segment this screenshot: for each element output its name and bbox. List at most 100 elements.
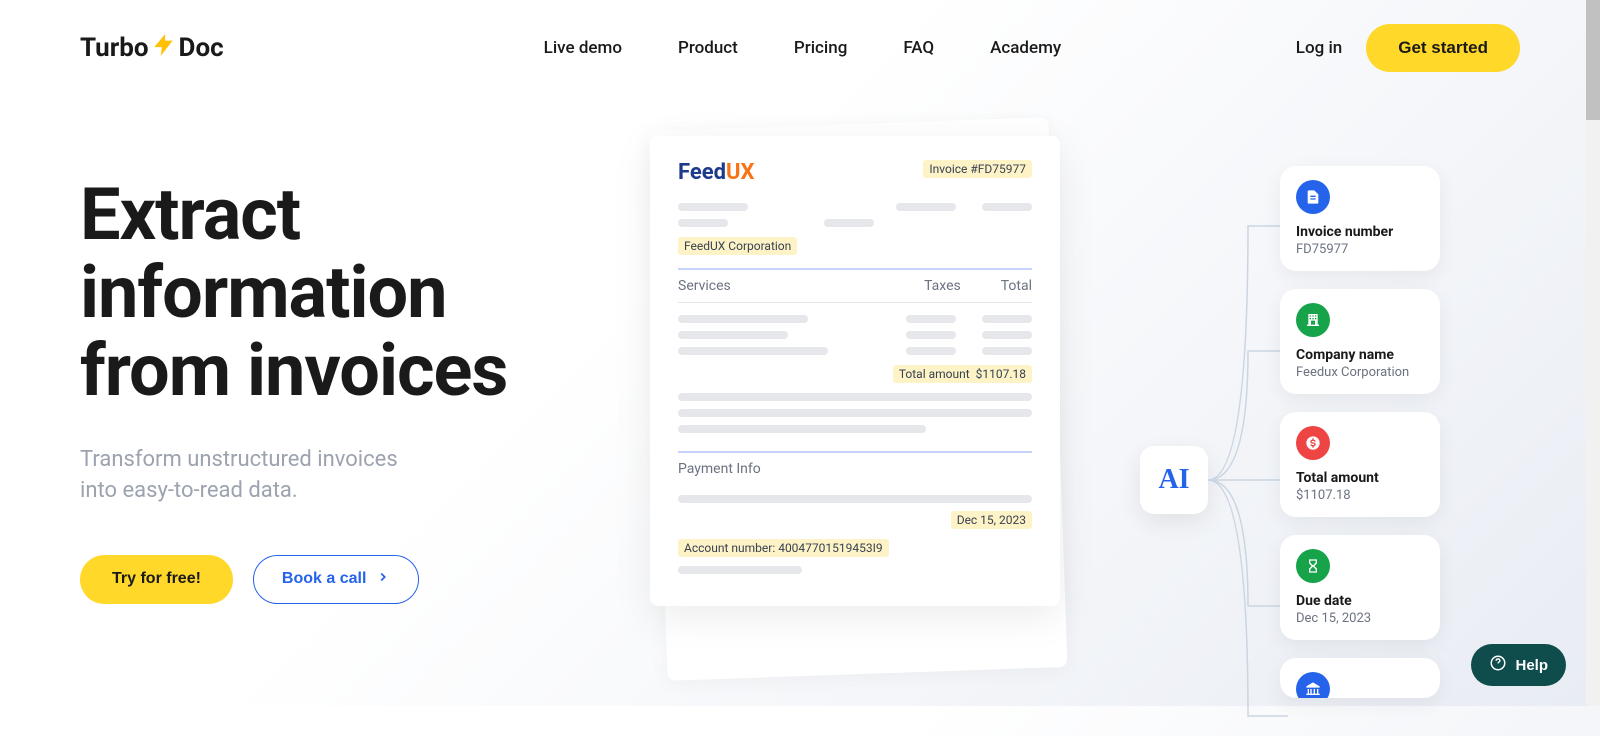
placeholder-row (678, 203, 1032, 211)
main-nav: Live demo Product Pricing FAQ Academy (544, 38, 1062, 58)
placeholder (678, 219, 728, 227)
total-value: $1107.18 (976, 367, 1026, 381)
placeholder (896, 203, 956, 211)
dollar-icon (1296, 426, 1330, 460)
doc-header: FeedUX Invoice #FD75977 (678, 160, 1032, 185)
document-stack: FeedUX Invoice #FD75977 FeedUX Corporati… (650, 136, 1080, 606)
placeholder-row (678, 219, 1032, 227)
placeholder (678, 409, 1032, 417)
placeholder (982, 347, 1032, 355)
hero-actions: Try for free! Book a call (80, 555, 620, 604)
connector-lines (1208, 176, 1288, 736)
nav-pricing[interactable]: Pricing (794, 38, 848, 58)
chevron-right-icon (376, 570, 390, 589)
col-services: Services (678, 278, 884, 294)
hero-sub-line1: Transform unstructured invoices (80, 447, 398, 472)
card-title: Company name (1296, 347, 1422, 363)
bank-icon (1296, 672, 1330, 698)
building-icon (1296, 303, 1330, 337)
help-icon (1489, 654, 1507, 676)
placeholder (678, 203, 748, 211)
hero-title-line3: from invoices (80, 328, 507, 413)
total-label: Total amount (899, 367, 970, 381)
hero-title: Extract information from invoices (80, 176, 620, 409)
placeholder (678, 347, 828, 355)
logo[interactable]: Turbo Doc (80, 32, 224, 65)
document-front: FeedUX Invoice #FD75977 FeedUX Corporati… (650, 136, 1060, 606)
placeholder (678, 495, 1032, 503)
placeholder (982, 315, 1032, 323)
card-invoice-number: Invoice number FD75977 (1280, 166, 1440, 271)
placeholder (678, 566, 802, 574)
extraction-cards: Invoice number FD75977 Company name Feed… (1280, 166, 1440, 698)
header-actions: Log in Get started (1296, 24, 1520, 72)
card-due-date: Due date Dec 15, 2023 (1280, 535, 1440, 640)
placeholder (678, 425, 926, 433)
try-free-button[interactable]: Try for free! (80, 555, 233, 604)
placeholder (906, 315, 956, 323)
placeholder (678, 393, 1032, 401)
card-title: Total amount (1296, 470, 1422, 486)
col-taxes: Taxes (924, 278, 961, 294)
card-value: FD75977 (1296, 242, 1422, 257)
nav-product[interactable]: Product (678, 38, 738, 58)
total-row: Total amount $1107.18 (678, 365, 1032, 383)
placeholder (678, 315, 808, 323)
logo-text-1: Turbo (80, 33, 149, 63)
doc-logo-ux: UX (726, 160, 754, 185)
doc-logo: FeedUX (678, 160, 754, 185)
payment-section-title: Payment Info (678, 451, 1032, 485)
logo-text-2: Doc (179, 33, 224, 63)
nav-faq[interactable]: FAQ (903, 38, 934, 58)
placeholder (982, 203, 1032, 211)
doc-logo-feed: Feed (678, 160, 726, 185)
card-title: Due date (1296, 593, 1422, 609)
table-row (678, 347, 1032, 355)
table-row (678, 331, 1032, 339)
placeholder (824, 219, 874, 227)
book-call-button[interactable]: Book a call (253, 555, 419, 604)
col-total: Total (1001, 278, 1032, 294)
card-value: Dec 15, 2023 (1296, 611, 1422, 626)
placeholder (906, 347, 956, 355)
header: Turbo Doc Live demo Product Pricing FAQ … (0, 0, 1600, 96)
hero-text: Extract information from invoices Transf… (80, 176, 620, 604)
table-row (678, 315, 1032, 323)
invoice-number-highlight: Invoice #FD75977 (923, 160, 1032, 178)
nav-academy[interactable]: Academy (990, 38, 1061, 58)
hero-sub-line2: into easy-to-read data. (80, 478, 298, 503)
login-link[interactable]: Log in (1296, 38, 1342, 58)
card-value: Feedux Corporation (1296, 365, 1422, 380)
nav-live-demo[interactable]: Live demo (544, 38, 622, 58)
bolt-icon (151, 32, 177, 65)
ai-label: AI (1158, 464, 1189, 496)
total-highlight: Total amount $1107.18 (893, 365, 1032, 383)
placeholder (906, 331, 956, 339)
hero-title-line1: Extract (80, 172, 300, 257)
placeholder (982, 331, 1032, 339)
help-label: Help (1515, 657, 1548, 674)
account-highlight: Account number: 40047701519453I9 (678, 539, 889, 557)
date-highlight: Dec 15, 2023 (951, 511, 1032, 529)
card-partial (1280, 658, 1440, 698)
card-title: Invoice number (1296, 224, 1422, 240)
company-highlight: FeedUX Corporation (678, 237, 797, 255)
ai-badge: AI (1140, 446, 1208, 514)
hero-subtitle: Transform unstructured invoices into eas… (80, 445, 620, 507)
hero-illustration: FeedUX Invoice #FD75977 FeedUX Corporati… (660, 176, 1520, 604)
table-header: Services Taxes Total (678, 268, 1032, 303)
hero-title-line2: information (80, 250, 447, 335)
get-started-button[interactable]: Get started (1366, 24, 1520, 72)
book-call-label: Book a call (282, 570, 366, 588)
card-company-name: Company name Feedux Corporation (1280, 289, 1440, 394)
placeholder (678, 331, 788, 339)
card-value: $1107.18 (1296, 488, 1422, 503)
help-button[interactable]: Help (1471, 644, 1566, 686)
scrollbar[interactable] (1586, 0, 1600, 706)
document-icon (1296, 180, 1330, 214)
date-row: Dec 15, 2023 (678, 511, 1032, 529)
scrollbar-thumb[interactable] (1586, 0, 1600, 120)
hourglass-icon (1296, 549, 1330, 583)
hero: Extract information from invoices Transf… (0, 176, 1600, 604)
card-total-amount: Total amount $1107.18 (1280, 412, 1440, 517)
